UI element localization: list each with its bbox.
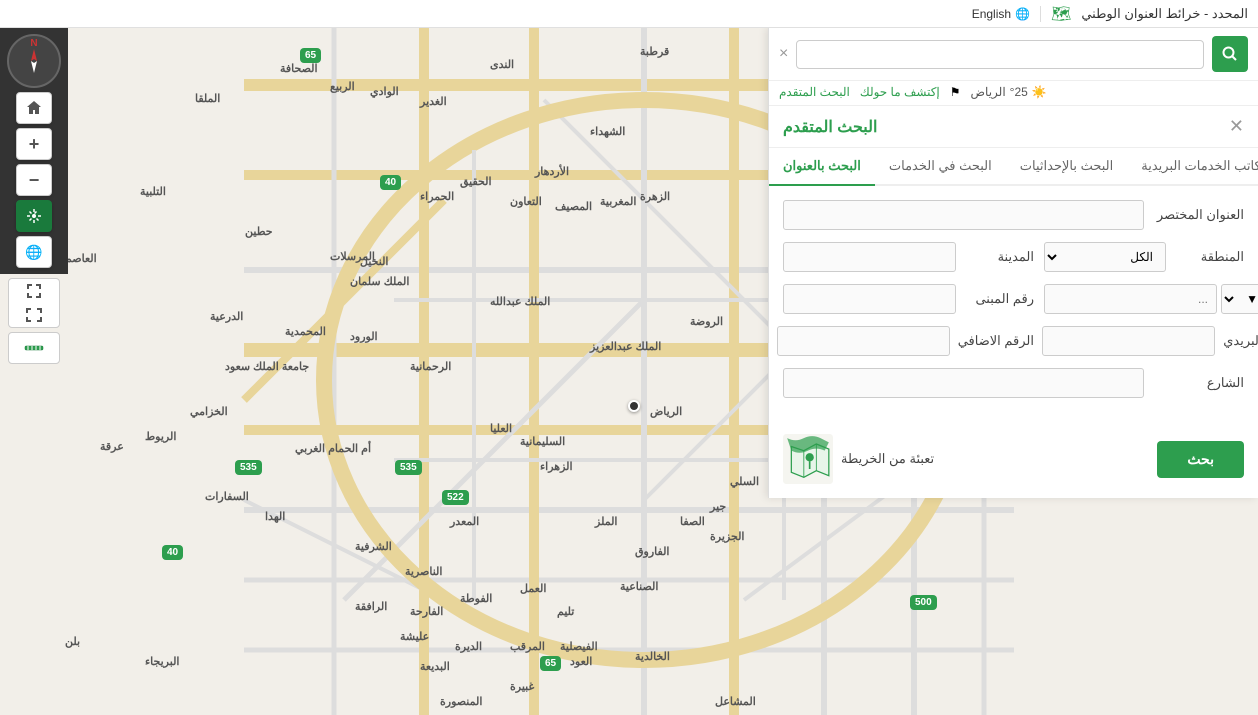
region-group: المنطقة الكل xyxy=(1044,242,1244,272)
search-tabs: البحث بالعنوان البحث في الخدمات البحث با… xyxy=(769,148,1258,186)
additional-input[interactable] xyxy=(777,326,950,356)
zoom-in-btn[interactable]: + xyxy=(16,128,52,160)
search-links: ☀️ °25 الرياض ⚑ إكتشف ما حولك البحث المت… xyxy=(769,81,1258,106)
tab-by-stats[interactable]: البحث بالإحداثيات xyxy=(1006,148,1127,186)
explore-nearby-link[interactable]: إكتشف ما حولك xyxy=(860,85,940,99)
region-city-row: المنطقة الكل المدينة xyxy=(783,242,1244,272)
advanced-search-panel: ✕ البحث المتقدم البحث بالعنوان البحث في … xyxy=(769,106,1258,498)
building-group: رقم المبنى xyxy=(783,284,1034,314)
short-address-label: العنوان المختصر xyxy=(1154,207,1244,223)
neighborhood-select[interactable]: ▼ xyxy=(1221,284,1258,314)
short-address-input[interactable] xyxy=(783,200,1144,230)
search-input[interactable] xyxy=(796,40,1204,69)
tab-by-services[interactable]: البحث في الخدمات xyxy=(875,148,1006,186)
short-address-row: العنوان المختصر xyxy=(783,200,1244,230)
street-input[interactable] xyxy=(783,368,1144,398)
expand-btn-1[interactable] xyxy=(9,279,59,303)
city-input[interactable] xyxy=(783,242,956,272)
weather-info: ☀️ °25 الرياض xyxy=(971,85,1047,99)
region-label: المنطقة xyxy=(1174,249,1244,265)
pan-btn[interactable] xyxy=(16,200,52,232)
tab-office-services[interactable]: مكاتب الخدمات البريدية xyxy=(1127,148,1258,186)
street-label: الشارع xyxy=(1154,375,1244,391)
header-bar: المحدد - خرائط العنوان الوطني 🗺 🌐 Englis… xyxy=(0,0,1258,28)
postal-group: الرمز البريدي xyxy=(1044,326,1258,356)
search-panel: × ☀️ °25 الرياض ⚑ إكتشف ما حولك البحث ال… xyxy=(768,28,1258,498)
advanced-close-btn[interactable]: ✕ xyxy=(1229,116,1244,137)
city-name: الرياض xyxy=(971,85,1006,99)
fill-map-text: تعبئة من الخريطة xyxy=(841,451,934,467)
separator-icon: ⚑ xyxy=(950,85,961,99)
advanced-search-link[interactable]: البحث المتقدم xyxy=(779,85,850,99)
header-right: المحدد - خرائط العنوان الوطني 🗺 🌐 Englis… xyxy=(972,4,1248,24)
tab-by-title[interactable]: البحث بالعنوان xyxy=(769,148,875,186)
search-clear-btn[interactable]: × xyxy=(779,45,788,63)
hamburger-menu[interactable] xyxy=(10,0,78,28)
map-icon: 🗺 xyxy=(1051,4,1071,24)
neighborhood-building-row: الحي ▼ رقم المبنى xyxy=(783,284,1244,314)
postal-additional-row: الرمز البريدي الرقم الاضافي xyxy=(783,326,1244,356)
globe-view-btn[interactable]: 🌐 xyxy=(16,236,52,268)
zoom-out-btn[interactable]: − xyxy=(16,164,52,196)
street-row: الشارع xyxy=(783,368,1244,398)
search-submit-btn[interactable]: بحث xyxy=(1157,441,1244,478)
header-left xyxy=(10,0,78,28)
collapse-btn[interactable] xyxy=(9,303,59,327)
fill-map-icon xyxy=(783,434,833,484)
postal-input[interactable] xyxy=(1042,326,1215,356)
measure-btn[interactable] xyxy=(8,332,60,364)
building-input[interactable] xyxy=(783,284,956,314)
search-bar: × xyxy=(769,28,1258,81)
additional-group: الرقم الاضافي xyxy=(783,326,1034,356)
globe-icon: 🌐 xyxy=(1015,7,1030,21)
building-label: رقم المبنى xyxy=(964,291,1034,307)
city-label: المدينة xyxy=(964,249,1034,265)
advanced-search-header: ✕ البحث المتقدم xyxy=(769,106,1258,148)
advanced-search-title: البحث المتقدم xyxy=(783,117,877,137)
neighborhood-group: الحي ▼ xyxy=(1044,284,1258,314)
app-title: المحدد - خرائط العنوان الوطني xyxy=(1081,6,1248,22)
form-bottom: بحث تعبئة من الخريطة xyxy=(769,424,1258,498)
city-group: المدينة xyxy=(783,242,1034,272)
neighborhood-input[interactable] xyxy=(1044,284,1217,314)
fill-from-map[interactable]: تعبئة من الخريطة xyxy=(783,434,934,484)
additional-label: الرقم الاضافي xyxy=(958,333,1034,349)
search-form: العنوان المختصر المنطقة الكل المدينة الح… xyxy=(769,186,1258,424)
language-label: English xyxy=(972,7,1011,21)
region-select[interactable]: الكل xyxy=(1044,242,1166,272)
weather-temp: °25 xyxy=(1010,85,1028,99)
hamburger-icon xyxy=(35,8,53,20)
language-switcher[interactable]: 🌐 English xyxy=(972,7,1030,21)
compass-btn[interactable]: N xyxy=(7,34,61,88)
sun-icon: ☀️ xyxy=(1032,85,1047,99)
home-btn[interactable] xyxy=(16,92,52,124)
search-button[interactable] xyxy=(1212,36,1248,72)
postal-label: الرمز البريدي xyxy=(1223,333,1258,349)
